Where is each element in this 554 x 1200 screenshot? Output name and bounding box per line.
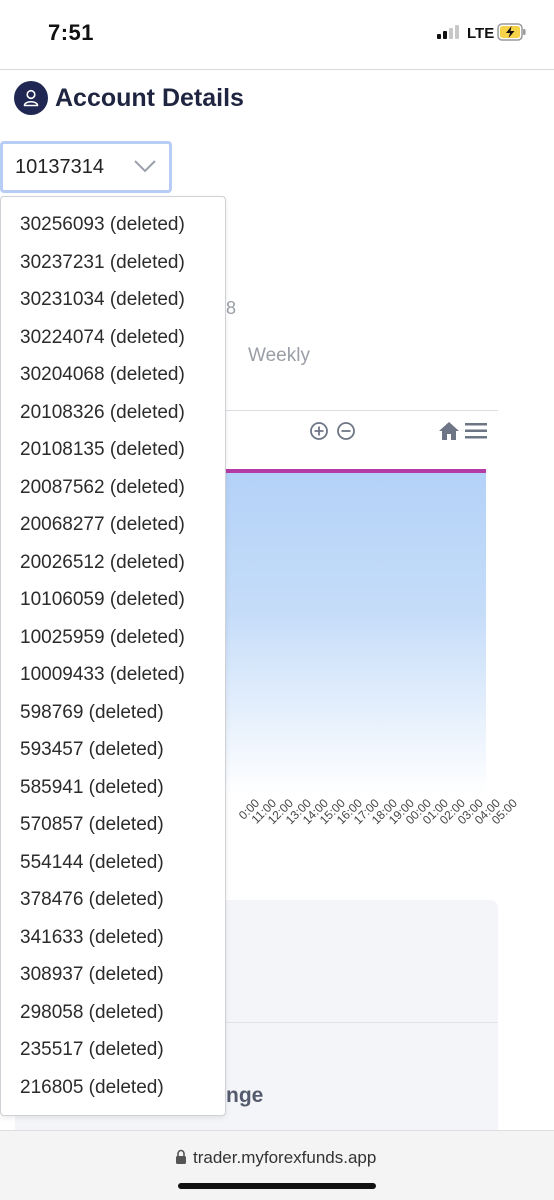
status-bar: 7:51 LTE xyxy=(0,0,554,70)
chart-series-line xyxy=(226,469,486,473)
status-time: 7:51 xyxy=(48,20,95,45)
chevron-down-icon xyxy=(134,160,156,173)
dropdown-option[interactable]: 570857 (deleted) xyxy=(1,806,225,844)
lock-icon xyxy=(176,1149,186,1164)
tab-weekly[interactable]: Weekly xyxy=(248,345,310,367)
dropdown-option[interactable]: 554144 (deleted) xyxy=(1,844,225,882)
dropdown-option[interactable]: 378476 (deleted) xyxy=(1,881,225,919)
home-icon[interactable] xyxy=(438,421,460,441)
dropdown-option[interactable]: 20087562 (deleted) xyxy=(1,469,225,507)
dropdown-option[interactable]: 308937 (deleted) xyxy=(1,956,225,994)
zoom-in-icon[interactable] xyxy=(309,421,329,441)
dropdown-option[interactable]: 341633 (deleted) xyxy=(1,919,225,957)
menu-icon[interactable] xyxy=(465,423,487,439)
dropdown-option[interactable]: 20068277 (deleted) xyxy=(1,506,225,544)
card-partial-heading: nge xyxy=(226,1084,264,1107)
dropdown-option[interactable]: 10025959 (deleted) xyxy=(1,619,225,657)
account-select-value: 10137314 xyxy=(15,155,104,178)
account-dropdown-list: 30256093 (deleted) 30237231 (deleted) 3023… xyxy=(0,196,226,1116)
signal-strength-icon xyxy=(437,25,463,39)
dropdown-option[interactable]: 10009433 (deleted) xyxy=(1,656,225,694)
account-select[interactable]: 10137314 xyxy=(0,141,172,193)
network-type: LTE xyxy=(467,25,495,42)
dropdown-option[interactable]: 20108135 (deleted) xyxy=(1,431,225,469)
url-text: trader.myforexfunds.app xyxy=(193,1148,377,1167)
dropdown-option[interactable]: 10106059 (deleted) xyxy=(1,581,225,619)
background-partial-value: 8 xyxy=(226,298,237,318)
home-indicator xyxy=(178,1183,376,1189)
dropdown-option[interactable]: 30237231 (deleted) xyxy=(1,244,225,282)
dropdown-option[interactable]: 216805 (deleted) xyxy=(1,1069,225,1107)
dropdown-option[interactable]: 30224074 (deleted) xyxy=(1,319,225,357)
dropdown-option[interactable]: 598769 (deleted) xyxy=(1,694,225,732)
user-icon xyxy=(14,81,48,115)
dropdown-option[interactable]: 585941 (deleted) xyxy=(1,769,225,807)
battery-charging-icon xyxy=(497,23,526,41)
chart-x-axis: 0:00 11:00 12:00 13:00 14:00 15:00 16:00 17:00 1… xyxy=(226,796,519,836)
dropdown-option[interactable]: 20108326 (deleted) xyxy=(1,394,225,432)
dropdown-option[interactable]: 20026512 (deleted) xyxy=(1,544,225,582)
card-divider xyxy=(226,1022,498,1023)
dropdown-option[interactable]: 30231034 (deleted) xyxy=(1,281,225,319)
account-header: Account Details xyxy=(14,80,244,116)
dropdown-option[interactable]: 298058 (deleted) xyxy=(1,994,225,1032)
dropdown-option[interactable]: 593457 (deleted) xyxy=(1,731,225,769)
dropdown-option[interactable]: 235517 (deleted) xyxy=(1,1031,225,1069)
chart-toolbar-divider xyxy=(226,410,498,411)
browser-url-bar[interactable]: trader.myforexfunds.app xyxy=(0,1130,554,1200)
zoom-out-icon[interactable] xyxy=(336,421,356,441)
page-title: Account Details xyxy=(55,83,244,112)
dropdown-option[interactable]: 30204068 (deleted) xyxy=(1,356,225,394)
dropdown-option[interactable]: 30256093 (deleted) xyxy=(1,206,225,244)
chart-area-fill xyxy=(226,469,486,794)
